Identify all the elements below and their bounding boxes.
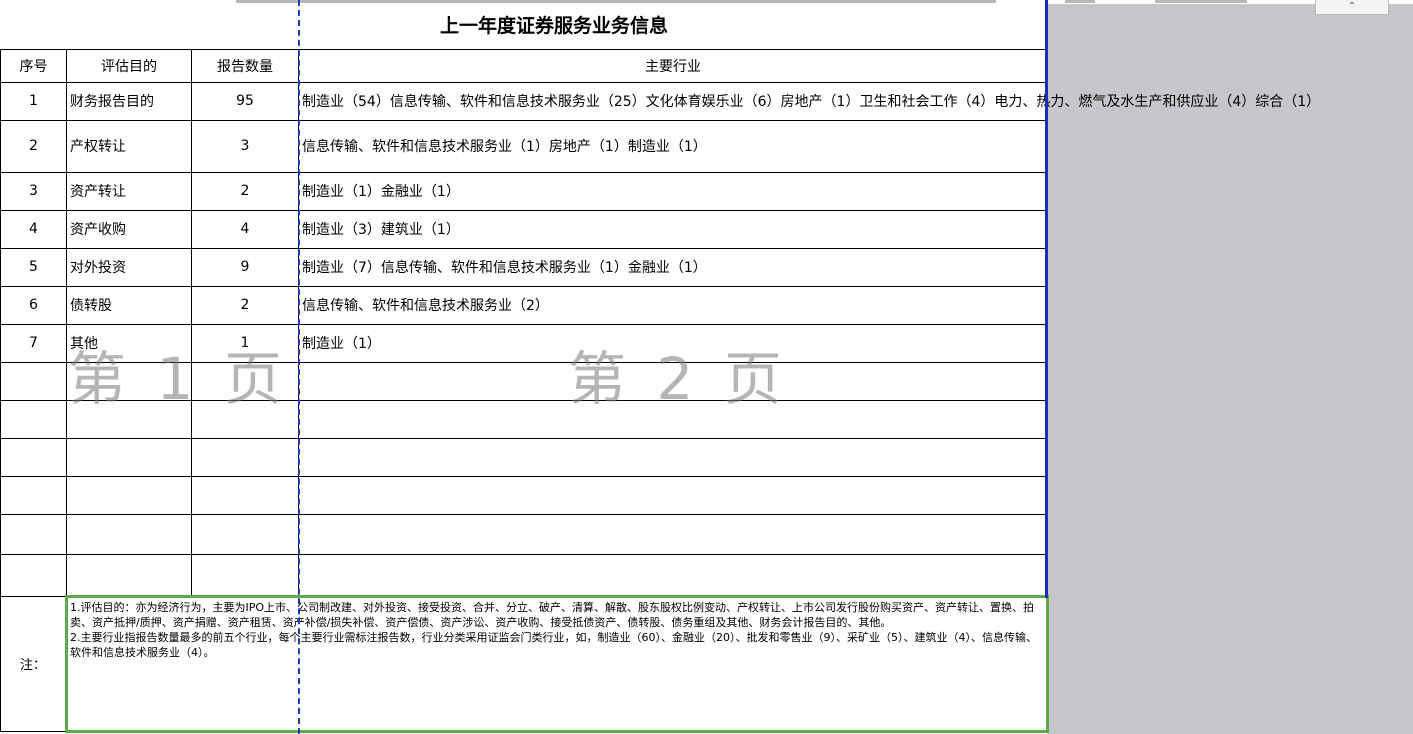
table-row: 4 资产收购 4 制造业（3）建筑业（1） [0,209,1049,249]
empty-cell[interactable] [66,437,192,477]
empty-row [0,437,1049,477]
table-row: 3 资产转让 2 制造业（1）金融业（1） [0,171,1049,211]
empty-cell[interactable] [0,437,67,477]
header-bar-segment [236,0,996,3]
note-row: 注： 1.评估目的：亦为经济行为，主要为IPO上市、公司制改建、对外投资、接受投… [0,594,1050,733]
cell-industry[interactable]: 信息传输、软件和信息技术服务业（1）房地产（1）制造业（1） [297,119,1049,173]
empty-cell[interactable] [191,553,299,597]
cell-count[interactable]: 3 [191,119,299,173]
empty-cell[interactable] [297,475,1049,515]
note-line-1: 1.评估目的：亦为经济行为，主要为IPO上市、公司制改建、对外投资、接受投资、合… [70,600,1035,629]
header-bar-segment [1155,0,1247,3]
cell-purpose[interactable]: 资产转让 [66,171,192,211]
note-cell[interactable]: 1.评估目的：亦为经济行为，主要为IPO上市、公司制改建、对外投资、接受投资、合… [64,594,1050,733]
cell-seq[interactable]: 7 [0,323,67,363]
cell-count[interactable]: 2 [191,285,299,325]
empty-row [0,553,1049,597]
collapse-ribbon-button[interactable]: ⌃ [1315,0,1389,15]
column-header-strip [0,0,1413,4]
cell-industry[interactable]: 制造业（54）信息传输、软件和信息技术服务业（25）文化体育娱乐业（6）房地产（… [297,81,1320,121]
empty-row [0,475,1049,515]
cell-industry[interactable]: 制造业（3）建筑业（1） [297,209,1049,249]
empty-cell[interactable] [0,553,67,597]
cell-count[interactable]: 9 [191,247,299,287]
table-row: 5 对外投资 9 制造业（7）信息传输、软件和信息技术服务业（1）金融业（1） [0,247,1049,287]
print-area-border [1045,0,1048,598]
cell-seq[interactable]: 4 [0,209,67,249]
empty-cell[interactable] [191,437,299,477]
table-row: 2 产权转让 3 信息传输、软件和信息技术服务业（1）房地产（1）制造业（1） [0,119,1049,173]
cell-industry[interactable]: 制造业（1）金融业（1） [297,171,1049,211]
header-industry[interactable]: 主要行业 [297,48,1049,83]
chevron-up-icon: ⌃ [1347,1,1357,12]
cell-seq[interactable]: 2 [0,119,67,173]
cell-purpose[interactable]: 对外投资 [66,247,192,287]
empty-cell[interactable] [66,513,192,555]
cell-count[interactable]: 4 [191,209,299,249]
cell-count[interactable]: 95 [191,81,299,121]
empty-cell[interactable] [0,475,67,515]
empty-row [0,513,1049,555]
empty-cell[interactable] [191,513,299,555]
cell-seq[interactable]: 1 [0,81,67,121]
cell-purpose[interactable]: 产权转让 [66,119,192,173]
cell-purpose[interactable]: 债转股 [66,285,192,325]
empty-cell[interactable] [66,475,192,515]
page-2-watermark: 第 2 页 [568,345,788,413]
note-label[interactable]: 注： [0,595,67,732]
empty-cell[interactable] [297,437,1049,477]
header-seq[interactable]: 序号 [0,48,67,83]
empty-cell[interactable] [0,399,67,439]
header-count[interactable]: 报告数量 [191,48,299,83]
sheet-title[interactable]: 上一年度证券服务业务信息 [0,0,1048,50]
table-row: 6 债转股 2 信息传输、软件和信息技术服务业（2） [0,285,1049,325]
cell-seq[interactable]: 6 [0,285,67,325]
header-bar-segment [1065,0,1095,3]
cell-purpose[interactable]: 财务报告目的 [66,81,192,121]
empty-cell[interactable] [297,513,1049,555]
page-1-watermark: 第 1 页 [68,345,288,413]
empty-cell[interactable] [191,475,299,515]
header-purpose[interactable]: 评估目的 [66,48,192,83]
cell-seq[interactable]: 3 [0,171,67,211]
empty-cell[interactable] [0,513,67,555]
cell-industry[interactable]: 信息传输、软件和信息技术服务业（2） [297,285,1049,325]
cell-purpose[interactable]: 资产收购 [66,209,192,249]
cell-seq[interactable]: 5 [0,247,67,287]
cell-count[interactable]: 2 [191,171,299,211]
page-break-line [298,0,300,734]
cell-industry[interactable]: 制造业（7）信息传输、软件和信息技术服务业（1）金融业（1） [297,247,1049,287]
table-row: 1 财务报告目的 95 制造业（54）信息传输、软件和信息技术服务业（25）文化… [0,81,1320,121]
empty-cell[interactable] [297,553,1049,597]
cell-industry-text: 制造业（54）信息传输、软件和信息技术服务业（25）文化体育娱乐业（6）房地产（… [302,94,1321,110]
empty-cell[interactable] [66,553,192,597]
note-line-2: 2.主要行业指报告数量最多的前五个行业，每个主要行业需标注报告数，行业分类采用证… [70,630,1037,659]
empty-cell[interactable] [0,361,67,401]
